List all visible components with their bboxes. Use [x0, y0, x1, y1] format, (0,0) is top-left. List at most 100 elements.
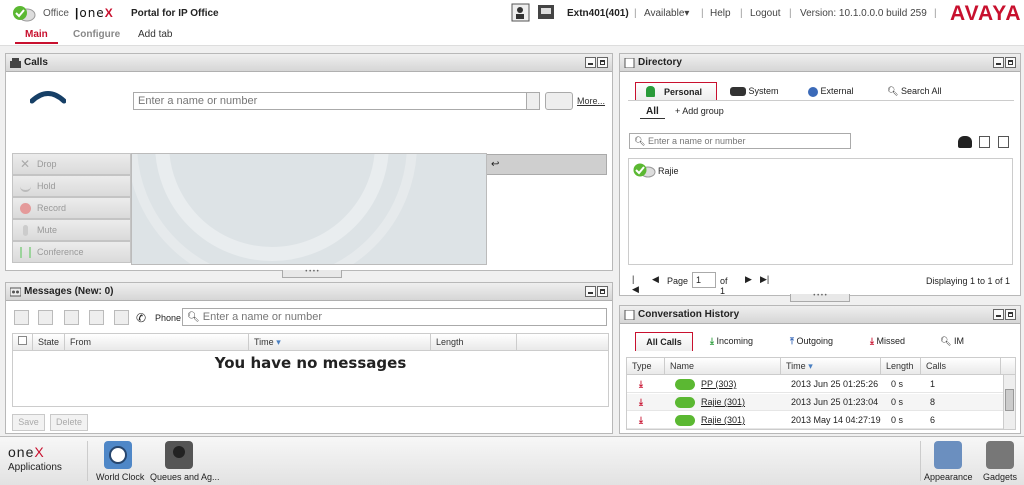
messages-panel: Messages (New: 0) ✆ Phone 🔍︎ Enter a nam…: [5, 282, 613, 434]
call-button[interactable]: [545, 92, 573, 110]
table-row[interactable]: ⤓ Rajie (301) 2013 May 14 04:27:19 0 s 6: [627, 412, 1003, 429]
history-name-link[interactable]: PP (303): [701, 376, 736, 393]
calls-title: Calls: [24, 57, 48, 68]
avaya-logo: AVAYA: [950, 2, 1022, 25]
help-link[interactable]: Help: [710, 8, 731, 19]
column-time[interactable]: Time ▾: [781, 358, 881, 375]
directory-book-icon: [624, 58, 635, 68]
dialpad-icon[interactable]: [526, 92, 540, 110]
tab-all-calls[interactable]: All Calls: [635, 332, 693, 351]
contact-item[interactable]: Rajie: [632, 163, 782, 179]
tab-configure[interactable]: Configure: [73, 29, 120, 40]
history-name-link[interactable]: Rajie (301): [701, 394, 745, 411]
maximize-button[interactable]: [597, 286, 608, 297]
hold-button[interactable]: Hold: [12, 175, 131, 197]
tab-search-all[interactable]: 🔍︎ Search All: [887, 86, 941, 97]
column-length[interactable]: Length: [881, 358, 921, 375]
column-from[interactable]: From: [65, 334, 249, 351]
outgoing-icon: ⤒: [790, 336, 794, 346]
page-number-input[interactable]: 1: [692, 272, 716, 288]
minimize-button[interactable]: [993, 57, 1004, 68]
history-scrollbar[interactable]: [1003, 375, 1015, 429]
column-time[interactable]: Time ▾: [249, 334, 431, 351]
missed-call-icon: ⤓: [639, 397, 643, 407]
minimize-button[interactable]: [585, 57, 596, 68]
messages-header-row: State From Time ▾ Length: [13, 334, 608, 351]
column-name[interactable]: Name: [665, 358, 781, 375]
top-bar: Office |oneX Portal for IP Office Extn40…: [0, 0, 1024, 26]
history-name-link[interactable]: Rajie (301): [701, 412, 745, 429]
export-icon[interactable]: [998, 136, 1009, 148]
tab-im[interactable]: 🔍︎ IM: [940, 336, 964, 347]
directory-resize-grip[interactable]: • • • •: [790, 293, 850, 302]
column-length[interactable]: Length: [431, 334, 517, 351]
queues-label[interactable]: Queues and Ag...: [150, 472, 220, 482]
maximize-button[interactable]: [597, 57, 608, 68]
conference-button[interactable]: Conference: [12, 241, 131, 263]
first-page-icon[interactable]: |◀: [632, 274, 639, 295]
maximize-button[interactable]: [1005, 57, 1016, 68]
appearance-label[interactable]: Appearance: [924, 472, 973, 482]
add-contact-icon[interactable]: [958, 136, 972, 148]
table-row[interactable]: ⤓ PP (303) 2013 Jun 25 01:25:26 0 s 1: [627, 376, 1003, 393]
minimize-button[interactable]: [993, 309, 1004, 320]
phone-icon: [10, 58, 21, 68]
message-search-input[interactable]: 🔍︎ Enter a name or number: [182, 308, 607, 326]
tab-system[interactable]: System: [730, 86, 779, 97]
pause-icon[interactable]: [64, 310, 79, 325]
missed-call-icon: ⤓: [639, 415, 643, 425]
forward-icon[interactable]: [114, 310, 129, 325]
tab-incoming[interactable]: ⤓ Incoming: [710, 336, 753, 347]
rewind-icon[interactable]: [14, 310, 29, 325]
mute-button[interactable]: Mute: [12, 219, 131, 241]
queues-icon[interactable]: [165, 441, 193, 469]
column-calls[interactable]: Calls: [921, 358, 1001, 375]
applications-label: Applications: [8, 462, 62, 473]
onex-logo: |oneX: [75, 6, 114, 20]
world-clock-icon[interactable]: [104, 441, 132, 469]
tab-add[interactable]: Add tab: [138, 29, 172, 40]
record-button[interactable]: Record: [12, 197, 131, 219]
last-page-icon[interactable]: ▶|: [760, 274, 769, 285]
group-all[interactable]: All: [646, 106, 659, 117]
prev-page-icon[interactable]: ◀: [652, 274, 659, 285]
more-link[interactable]: More...: [577, 96, 605, 106]
history-header-row: Type Name Time ▾ Length Calls: [627, 358, 1015, 375]
calls-resize-grip[interactable]: • • • •: [282, 269, 342, 278]
call-search-input[interactable]: Enter a name or number: [133, 92, 528, 110]
select-all-checkbox[interactable]: [13, 334, 33, 351]
table-row[interactable]: ⤓ Rajie (301) 2013 Jun 25 01:23:04 0 s 8: [627, 394, 1003, 411]
play-icon[interactable]: [38, 310, 53, 325]
tab-missed[interactable]: ⤓ Missed: [870, 336, 905, 347]
gadgets-label[interactable]: Gadgets: [983, 472, 1017, 482]
logout-link[interactable]: Logout: [750, 8, 781, 19]
import-icon[interactable]: [979, 136, 990, 148]
tab-personal[interactable]: Personal: [635, 82, 717, 100]
stop-icon[interactable]: [89, 310, 104, 325]
column-type[interactable]: Type: [627, 358, 665, 375]
maximize-button[interactable]: [1005, 309, 1016, 320]
column-state[interactable]: State: [33, 334, 65, 351]
delete-button[interactable]: Delete: [50, 414, 88, 431]
search-icon: 🔍︎: [887, 86, 899, 96]
presence-icon: [675, 415, 695, 426]
messages-table: State From Time ▾ Length You have no mes…: [12, 333, 609, 407]
add-group-link[interactable]: + Add group: [675, 106, 724, 116]
tab-main[interactable]: Main: [15, 29, 58, 44]
gadgets-icon[interactable]: [986, 441, 1014, 469]
directory-search-input[interactable]: 🔍︎ Enter a name or number: [629, 133, 851, 149]
tab-external[interactable]: External: [808, 86, 854, 97]
tab-outgoing[interactable]: ⤒ Outgoing: [790, 336, 833, 347]
next-page-icon[interactable]: ▶: [745, 274, 752, 285]
phone-device-icon[interactable]: [537, 4, 555, 21]
save-button[interactable]: Save: [12, 414, 45, 431]
presence-icon: [675, 397, 695, 408]
drop-button[interactable]: ✕ Drop: [12, 153, 131, 175]
external-icon: [808, 86, 818, 97]
appearance-icon[interactable]: [934, 441, 962, 469]
status-dropdown[interactable]: Available▾: [644, 8, 689, 19]
world-clock-label[interactable]: World Clock: [96, 472, 144, 482]
add-contact-icon[interactable]: [511, 3, 531, 22]
minimize-button[interactable]: [585, 286, 596, 297]
version-label: Version: 10.1.0.0.0 build 259: [800, 8, 927, 19]
